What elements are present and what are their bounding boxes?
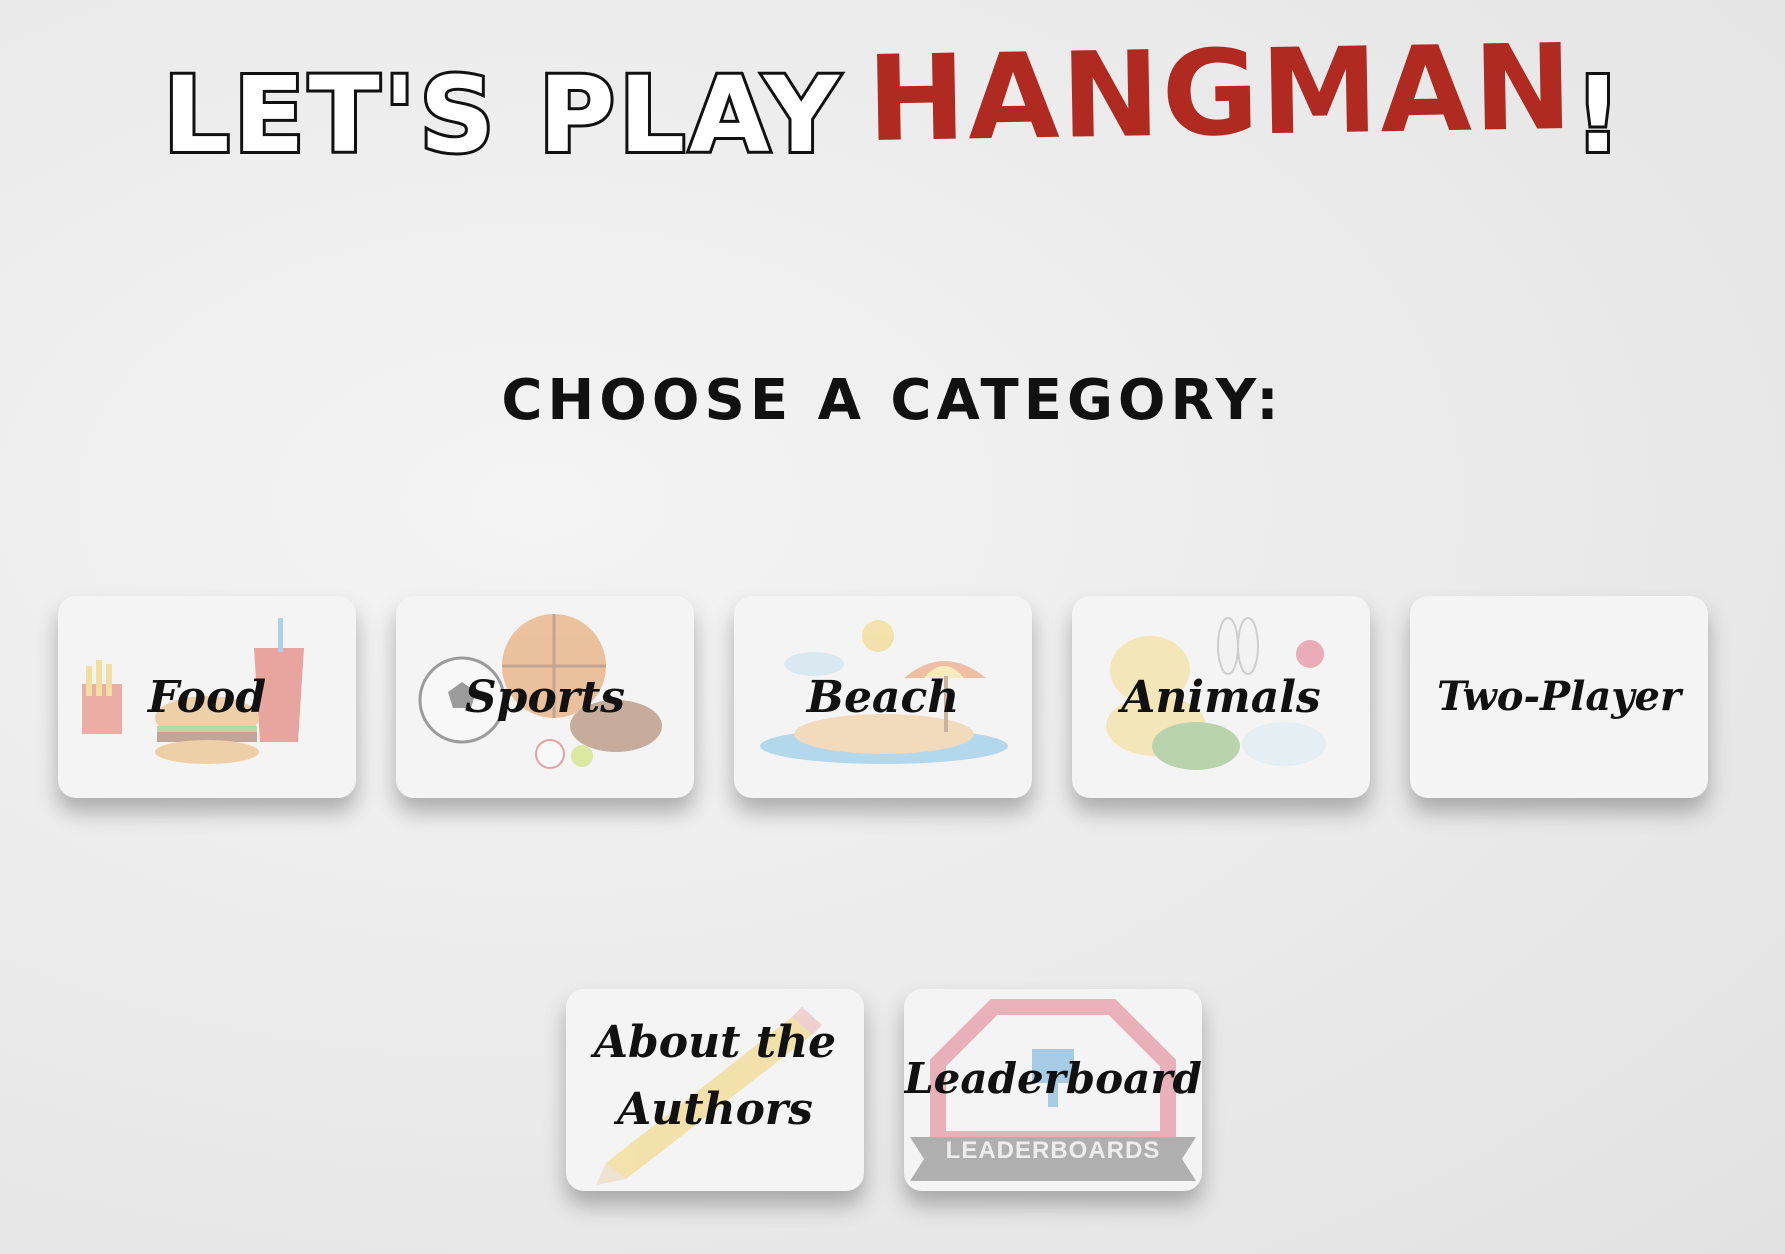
title-lead-text: LET'S PLAY xyxy=(160,51,843,179)
leaderboard-label: Leaderboard xyxy=(904,1054,1202,1103)
category-two-player-label: Two-Player xyxy=(1436,673,1682,720)
about-authors-label: About the Authors xyxy=(566,1015,864,1137)
title-hangman-text: HANGMAN xyxy=(865,17,1576,169)
category-sports-button[interactable]: Sports xyxy=(396,596,694,798)
category-beach-button[interactable]: Beach xyxy=(734,596,1032,798)
category-beach-label: Beach xyxy=(806,672,960,723)
leaderboard-button[interactable]: LEADERBOARDS Leaderboard xyxy=(904,989,1202,1191)
about-authors-line2: Authors xyxy=(617,1084,813,1135)
about-authors-line1: About the xyxy=(593,1017,837,1068)
about-authors-button[interactable]: About the Authors xyxy=(566,989,864,1191)
category-animals-button[interactable]: Animals xyxy=(1072,596,1370,798)
category-animals-label: Animals xyxy=(1121,672,1321,723)
page-title: LET'S PLAY HANGMAN! xyxy=(0,18,1785,200)
category-sports-label: Sports xyxy=(464,672,626,723)
category-food-button[interactable]: Food xyxy=(58,596,356,798)
choose-category-heading: CHOOSE A CATEGORY: xyxy=(501,368,1284,433)
category-two-player-button[interactable]: Two-Player xyxy=(1410,596,1708,798)
category-food-label: Food xyxy=(147,672,267,723)
title-exclamation: ! xyxy=(1571,51,1624,179)
leaderboards-badge-text: LEADERBOARDS xyxy=(945,1137,1161,1164)
